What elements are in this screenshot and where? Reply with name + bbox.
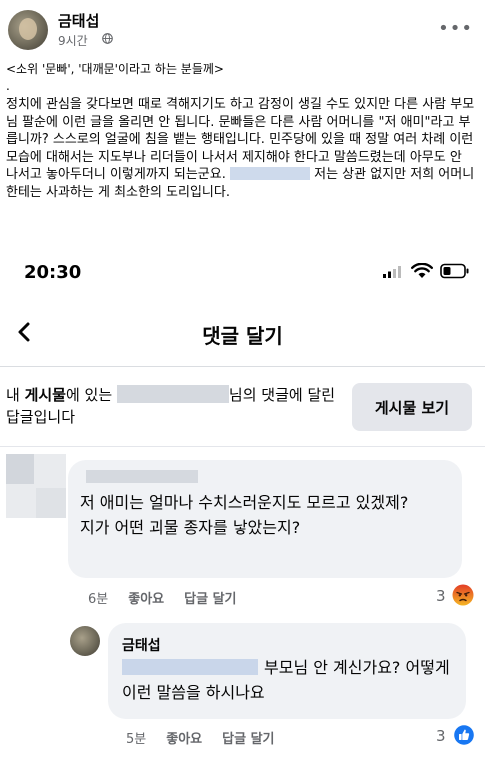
- reply-author-name[interactable]: 금태섭: [122, 635, 161, 655]
- comment-bubble[interactable]: 저 애미는 얼마나 수치스러운지도 모르고 있겠제? 지가 어떤 괴물 종자를 …: [68, 460, 462, 578]
- reply-author-avatar[interactable]: [70, 626, 100, 656]
- author-name[interactable]: 금태섭: [58, 10, 99, 31]
- post-body-text: 정치에 관심을 갖다보면 때로 격해지기도 하고 감정이 생길 수도 있지만 다…: [6, 96, 476, 202]
- battery-icon: [440, 263, 469, 279]
- reply-time: 5분: [126, 732, 147, 747]
- comment-like-button[interactable]: 좋아요: [128, 592, 164, 607]
- comment-reaction-count[interactable]: 3: [436, 587, 446, 605]
- embedded-screenshot: 20:30 댓글 달기 내 게시물에 있는 님의 댓글에 달린 답글입니다 게시…: [0, 248, 485, 757]
- redacted-commenter-name: [86, 470, 198, 483]
- context-mid: 에 있는: [65, 386, 117, 404]
- comment-text: 저 애미는 얼마나 수치스러운지도 모르고 있겠제? 지가 어떤 괴물 종자를 …: [80, 493, 409, 537]
- redacted-name-blur: [229, 167, 310, 181]
- post-subject-line: <소위 '문빠', '대깨문'이라고 하는 분들께>: [6, 62, 224, 76]
- reply-text-content: 부모님 안 계신가요? 어떻게 이런 말씀을 하시나요: [122, 658, 455, 702]
- status-bar-time: 20:30: [24, 262, 82, 283]
- comment-time: 6분: [88, 592, 109, 607]
- globe-icon: [102, 33, 113, 44]
- post-timestamp[interactable]: 9시간: [58, 32, 88, 49]
- redacted-commenter-blur: [116, 385, 229, 403]
- wifi-icon: [411, 263, 433, 278]
- context-divider: [0, 446, 485, 447]
- context-post-link[interactable]: 게시물: [25, 386, 66, 404]
- reply-reply-button[interactable]: 답글 달기: [222, 732, 274, 747]
- reply-bubble[interactable]: 금태섭 부모님 안 계신가요? 어떻게 이런 말씀을 하시나요: [108, 623, 466, 719]
- reply-text: 부모님 안 계신가요? 어떻게 이런 말씀을 하시나요: [122, 655, 458, 705]
- nav-title: 댓글 달기: [202, 324, 283, 348]
- reply-actions: 5분 좋아요 답글 달기: [126, 728, 295, 747]
- commenter-avatar-blurred[interactable]: [6, 454, 66, 518]
- post-header: 금태섭 9시간 •••: [0, 0, 485, 58]
- like-thumb-icon[interactable]: [454, 725, 474, 745]
- more-options-icon[interactable]: •••: [438, 18, 473, 39]
- signal-icon: [383, 266, 401, 278]
- view-post-button[interactable]: 게시물 보기: [352, 383, 472, 431]
- author-avatar[interactable]: [8, 10, 48, 50]
- comment-reply-button[interactable]: 답글 달기: [184, 592, 236, 607]
- comment-actions: 6분 좋아요 답글 달기: [88, 588, 257, 607]
- context-prefix: 내: [6, 386, 25, 404]
- reply-context-text: 내 게시물에 있는 님의 댓글에 달린 답글입니다: [6, 384, 346, 428]
- reply-reaction-count[interactable]: 3: [436, 727, 446, 745]
- reply-like-button[interactable]: 좋아요: [166, 732, 202, 747]
- header-divider: [0, 366, 485, 367]
- post-separator-dot: .: [6, 79, 10, 93]
- angry-emoji-icon[interactable]: [452, 584, 474, 606]
